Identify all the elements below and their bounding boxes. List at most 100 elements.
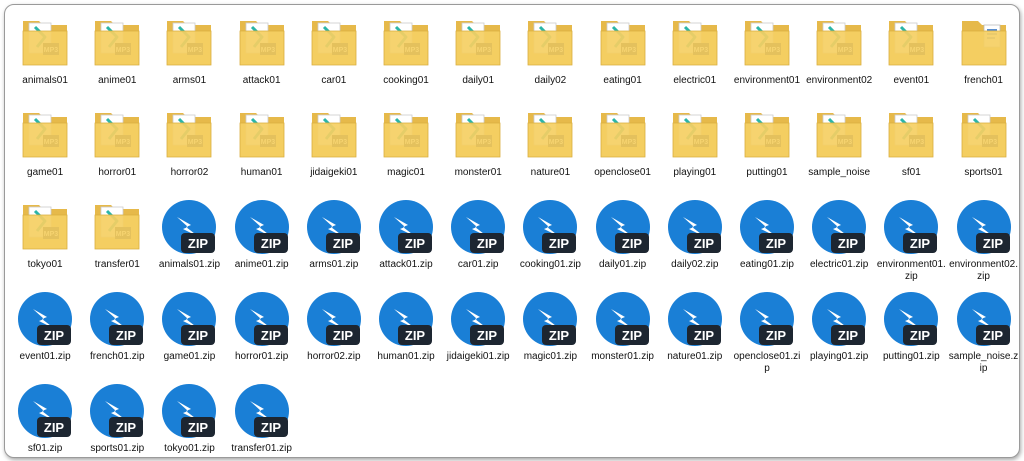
zip-file-item[interactable]: ZIP eating01.zip [731, 197, 803, 289]
folder-item[interactable]: MP3 playing01 [659, 105, 731, 197]
folder-item[interactable]: MP3 eating01 [587, 13, 659, 105]
folder-item[interactable]: MP3 sf01 [875, 105, 947, 197]
zip-file-item[interactable]: ZIP sports01.zip [81, 381, 153, 457]
zip-icon: ZIP [520, 197, 580, 257]
svg-text:ZIP: ZIP [116, 328, 137, 343]
zip-file-item[interactable]: ZIP environment01.zip [875, 197, 947, 289]
svg-text:ZIP: ZIP [766, 236, 787, 251]
zip-file-item[interactable]: ZIP anime01.zip [226, 197, 298, 289]
zip-file-item[interactable]: ZIP tokyo01.zip [153, 381, 225, 457]
folder-item[interactable]: MP3 cooking01 [370, 13, 442, 105]
folder-item[interactable]: MP3 event01 [875, 13, 947, 105]
folder-item[interactable]: MP3 arms01 [153, 13, 225, 105]
zip-file-item[interactable]: ZIP putting01.zip [875, 289, 947, 381]
svg-text:ZIP: ZIP [621, 328, 642, 343]
folder-item[interactable]: MP3 electric01 [659, 13, 731, 105]
folder-item[interactable]: MP3 car01 [298, 13, 370, 105]
folder-item[interactable]: MP3 tokyo01 [9, 197, 81, 289]
folder-item[interactable]: MP3 horror01 [81, 105, 153, 197]
zip-file-item[interactable]: ZIP monster01.zip [587, 289, 659, 381]
folder-item[interactable]: MP3 environment01 [731, 13, 803, 105]
zip-file-item[interactable]: ZIP playing01.zip [803, 289, 875, 381]
svg-text:ZIP: ZIP [621, 236, 642, 251]
zip-file-item[interactable]: ZIP environment02.zip [947, 197, 1019, 289]
zip-file-item[interactable]: ZIP human01.zip [370, 289, 442, 381]
folder-item[interactable]: MP3 putting01 [731, 105, 803, 197]
zip-file-item[interactable]: ZIP magic01.zip [514, 289, 586, 381]
file-label: transfer01.zip [231, 443, 292, 454]
zip-icon: ZIP [737, 289, 797, 349]
zip-file-item[interactable]: ZIP attack01.zip [370, 197, 442, 289]
folder-item[interactable]: MP3 horror02 [153, 105, 225, 197]
file-label: magic01 [387, 167, 425, 178]
folder-item[interactable]: MP3 monster01 [442, 105, 514, 197]
folder-icon: MP3 [737, 105, 797, 165]
folder-item[interactable]: MP3 daily01 [442, 13, 514, 105]
folder-icon: MP3 [232, 105, 292, 165]
zip-file-item[interactable]: ZIP sample_noise.zip [947, 289, 1019, 381]
zip-file-item[interactable]: ZIP french01.zip [81, 289, 153, 381]
folder-item[interactable]: MP3 anime01 [81, 13, 153, 105]
zip-file-item[interactable]: ZIP openclose01.zip [731, 289, 803, 381]
svg-text:ZIP: ZIP [261, 420, 282, 435]
folder-item[interactable]: MP3 animals01 [9, 13, 81, 105]
svg-text:ZIP: ZIP [694, 328, 715, 343]
svg-text:ZIP: ZIP [405, 328, 426, 343]
folder-item[interactable]: MP3 sample_noise [803, 105, 875, 197]
folder-item[interactable]: MP3 openclose01 [587, 105, 659, 197]
zip-icon: ZIP [376, 197, 436, 257]
zip-file-item[interactable]: ZIP transfer01.zip [226, 381, 298, 457]
file-label: french01 [964, 75, 1003, 86]
folder-item[interactable]: MP3 human01 [226, 105, 298, 197]
file-label: environment02 [806, 75, 873, 86]
zip-file-item[interactable]: ZIP nature01.zip [659, 289, 731, 381]
folder-item[interactable]: MP3 magic01 [370, 105, 442, 197]
folder-item[interactable]: MP3 game01 [9, 105, 81, 197]
zip-file-item[interactable]: ZIP animals01.zip [153, 197, 225, 289]
file-label: animals01.zip [158, 259, 221, 270]
folder-icon: MP3 [665, 105, 725, 165]
folder-icon: MP3 [448, 13, 508, 73]
folder-icon: MP3 [376, 13, 436, 73]
zip-icon: ZIP [232, 289, 292, 349]
zip-file-item[interactable]: ZIP game01.zip [153, 289, 225, 381]
file-label: horror02.zip [307, 351, 361, 362]
file-label: electric01.zip [809, 259, 869, 270]
zip-icon: ZIP [954, 197, 1014, 257]
zip-file-item[interactable]: ZIP electric01.zip [803, 197, 875, 289]
zip-file-item[interactable]: ZIP daily02.zip [659, 197, 731, 289]
zip-icon: ZIP [15, 381, 75, 441]
folder-item[interactable]: MP3 sports01 [947, 105, 1019, 197]
svg-text:ZIP: ZIP [694, 236, 715, 251]
folder-item[interactable]: MP3 jidaigeki01 [298, 105, 370, 197]
zip-file-item[interactable]: ZIP daily01.zip [587, 197, 659, 289]
folder-item[interactable]: MP3 attack01 [226, 13, 298, 105]
svg-text:ZIP: ZIP [477, 328, 498, 343]
file-label: anime01.zip [234, 259, 289, 270]
folder-item[interactable]: MP3 daily02 [514, 13, 586, 105]
zip-icon: ZIP [159, 381, 219, 441]
zip-file-item[interactable]: ZIP horror01.zip [226, 289, 298, 381]
svg-text:ZIP: ZIP [982, 328, 1003, 343]
folder-item[interactable]: MP3 environment02 [803, 13, 875, 105]
zip-icon: ZIP [232, 381, 292, 441]
zip-file-item[interactable]: ZIP horror02.zip [298, 289, 370, 381]
zip-file-item[interactable]: ZIP jidaigeki01.zip [442, 289, 514, 381]
folder-item[interactable]: french01 [947, 13, 1019, 105]
zip-file-item[interactable]: ZIP arms01.zip [298, 197, 370, 289]
zip-file-item[interactable]: ZIP cooking01.zip [514, 197, 586, 289]
svg-text:ZIP: ZIP [333, 328, 354, 343]
file-label: game01 [27, 167, 64, 178]
folder-item[interactable]: MP3 nature01 [514, 105, 586, 197]
file-label: daily02 [534, 75, 567, 86]
folder-item[interactable]: MP3 transfer01 [81, 197, 153, 289]
zip-file-item[interactable]: ZIP event01.zip [9, 289, 81, 381]
zip-icon: ZIP [954, 289, 1014, 349]
zip-icon: ZIP [159, 197, 219, 257]
zip-file-item[interactable]: ZIP sf01.zip [9, 381, 81, 457]
file-label: environment02.zip [949, 259, 1018, 282]
zip-icon: ZIP [881, 197, 941, 257]
file-label: car01 [321, 75, 347, 86]
file-label: human01.zip [377, 351, 435, 362]
zip-file-item[interactable]: ZIP car01.zip [442, 197, 514, 289]
